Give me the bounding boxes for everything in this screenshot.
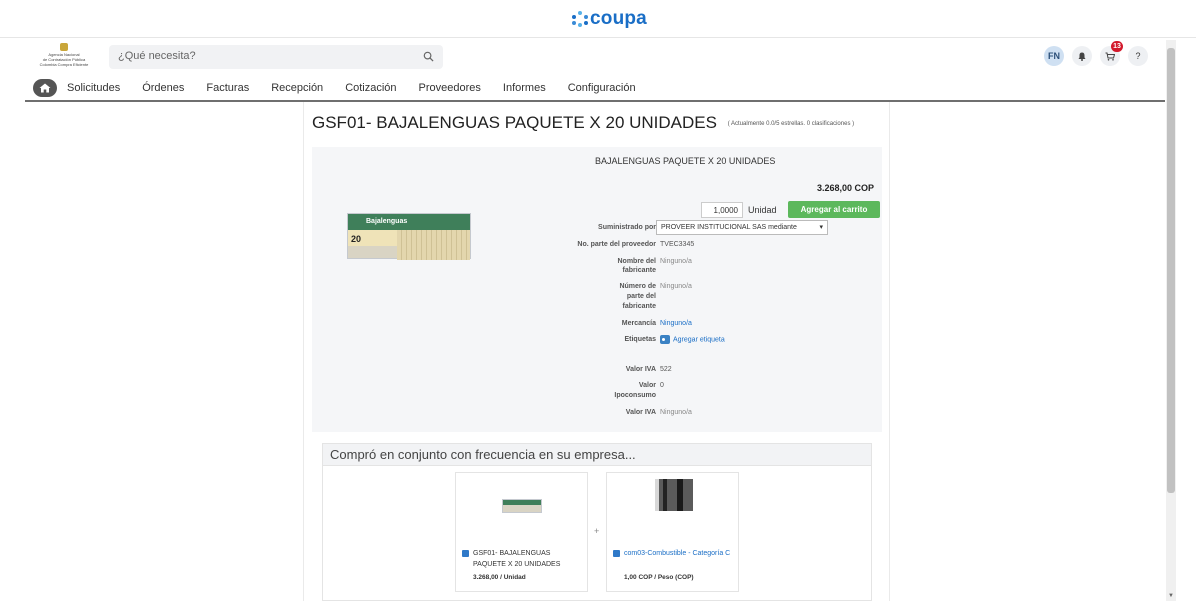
- manufacturer-part-label: Número de: [619, 283, 656, 290]
- manufacturer-name-value: Ninguno/a: [660, 258, 692, 265]
- add-tag-link[interactable]: Agregar etiqueta: [660, 335, 725, 345]
- coupa-logo[interactable]: coupa: [572, 8, 647, 30]
- notifications-button[interactable]: [1072, 46, 1092, 66]
- fbt-image-band: [503, 500, 541, 505]
- nav-item-solicitudes[interactable]: Solicitudes: [67, 82, 120, 94]
- product-image[interactable]: Bajalenguas 20: [347, 213, 471, 260]
- iva-value: 522: [660, 366, 672, 373]
- product-image-label: Bajalenguas: [366, 218, 408, 225]
- manufacturer-part-label: parte del: [626, 293, 656, 300]
- supplier-part-label: No. parte del proveedor: [577, 241, 656, 248]
- product-image-sticks: [396, 230, 470, 260]
- header-actions: FN 13 ?: [1044, 41, 1148, 66]
- fbt-item-price: 3.268,00 / Unidad: [473, 574, 526, 581]
- brand-bar: coupa: [0, 0, 1196, 38]
- supplier-select[interactable]: PROVEER INSTITUCIONAL SAS mediante ▾: [656, 220, 828, 235]
- scroll-down-arrow-icon[interactable]: ▼: [1168, 593, 1174, 599]
- manufacturer-part-label: fabricante: [622, 303, 656, 310]
- app-header: Agencia Nacional de Contratación Pública…: [25, 40, 1165, 76]
- fbt-product-image[interactable]: [502, 499, 542, 513]
- coupa-logo-mark-icon: [572, 11, 588, 27]
- nav-item-proveedores[interactable]: Proveedores: [419, 82, 481, 94]
- fbt-image-detail: [677, 479, 683, 511]
- search-input[interactable]: ¿Qué necesita?: [109, 45, 443, 69]
- frequently-bought-together: Compró en conjunto con frecuencia en su …: [322, 443, 872, 601]
- manufacturer-name-label: fabricante: [622, 267, 656, 274]
- cart-count-badge: 13: [1111, 41, 1123, 52]
- organization-logo[interactable]: Agencia Nacional de Contratación Pública…: [34, 43, 94, 69]
- nav-item-informes[interactable]: Informes: [503, 82, 546, 94]
- checkbox-checked-icon[interactable]: [462, 550, 469, 557]
- tag-icon: [660, 335, 670, 344]
- main-nav: Solicitudes Órdenes Facturas Recepción C…: [25, 76, 1165, 100]
- help-button[interactable]: ?: [1128, 46, 1148, 66]
- fbt-image-detail: [663, 479, 667, 511]
- coupa-logo-text: coupa: [590, 8, 647, 29]
- fbt-card[interactable]: com03-Combustible - Categoría C 1,00 COP…: [606, 472, 739, 592]
- ipoconsumo-label: Ipoconsumo: [614, 392, 656, 399]
- commodity-link[interactable]: Ninguno/a: [660, 319, 692, 329]
- fbt-heading: Compró en conjunto con frecuencia en su …: [323, 444, 871, 466]
- org-logo-line: Colombia Compra Eficiente: [39, 62, 89, 67]
- tags-label: Etiquetas: [624, 336, 656, 343]
- checkbox-checked-icon[interactable]: [613, 550, 620, 557]
- supplier-part-value: TVEC3345: [660, 241, 695, 248]
- product-subtitle: BAJALENGUAS PAQUETE X 20 UNIDADES: [595, 156, 776, 166]
- product-panel: BAJALENGUAS PAQUETE X 20 UNIDADES 3.268,…: [312, 147, 882, 432]
- nav-item-configuracion[interactable]: Configuración: [568, 82, 636, 94]
- nav-item-facturas[interactable]: Facturas: [206, 82, 249, 94]
- product-title: GSF01- BAJALENGUAS PAQUETE X 20 UNIDADES: [312, 113, 717, 132]
- ipoconsumo-value: 0: [660, 382, 664, 389]
- manufacturer-part-value: Ninguno/a: [660, 283, 692, 290]
- add-tag-label: Agregar etiqueta: [673, 336, 725, 344]
- page-scrollbar[interactable]: ▼: [1166, 40, 1176, 601]
- bell-icon: [1078, 52, 1086, 61]
- search-placeholder: ¿Qué necesita?: [118, 50, 196, 62]
- supplier-selected-value: PROVEER INSTITUCIONAL SAS mediante: [661, 224, 797, 231]
- product-image-count: 20: [351, 234, 362, 244]
- user-initials: FN: [1048, 51, 1060, 61]
- home-icon[interactable]: [33, 79, 57, 97]
- help-icon: ?: [1135, 51, 1141, 61]
- commodity-label: Mercancía: [621, 320, 656, 327]
- fbt-image-detail: [655, 479, 659, 511]
- search-icon[interactable]: [423, 51, 434, 62]
- fbt-item-name-link[interactable]: com03-Combustible - Categoría C: [624, 548, 734, 559]
- nav-item-ordenes[interactable]: Órdenes: [142, 82, 184, 94]
- fbt-card[interactable]: GSF01- BAJALENGUAS PAQUETE X 20 UNIDADES…: [455, 472, 588, 592]
- add-to-cart-button[interactable]: Agregar al carrito: [788, 201, 880, 218]
- user-avatar[interactable]: FN: [1044, 46, 1064, 66]
- fbt-product-image[interactable]: [655, 479, 693, 511]
- scrollbar-thumb[interactable]: [1167, 48, 1175, 493]
- page-title: GSF01- BAJALENGUAS PAQUETE X 20 UNIDADES…: [312, 113, 854, 133]
- unit-label: Unidad: [748, 205, 777, 215]
- iva-secondary-label: Valor IVA: [625, 409, 656, 416]
- plus-icon: +: [594, 526, 600, 536]
- iva-secondary-value: Ninguno/a: [660, 409, 692, 416]
- product-price: 3.268,00 COP: [816, 183, 874, 193]
- nav-item-cotizacion[interactable]: Cotización: [345, 82, 396, 94]
- nav-item-recepcion[interactable]: Recepción: [271, 82, 323, 94]
- chevron-down-icon: ▾: [819, 224, 823, 231]
- cart-icon: [1105, 52, 1115, 61]
- rating-summary[interactable]: ( Actualmente 0.0/5 estrellas. 0 clasifi…: [728, 121, 854, 127]
- cart-button[interactable]: 13: [1100, 41, 1123, 66]
- product-detail-page: GSF01- BAJALENGUAS PAQUETE X 20 UNIDADES…: [303, 102, 890, 601]
- ipoconsumo-label: Valor: [638, 382, 656, 389]
- iva-label: Valor IVA: [625, 366, 656, 373]
- fbt-item-name: GSF01- BAJALENGUAS PAQUETE X 20 UNIDADES: [473, 550, 561, 568]
- house-icon: [39, 83, 51, 93]
- supplied-by-label: Suministrado por: [598, 224, 656, 231]
- quantity-input[interactable]: [701, 202, 743, 218]
- fbt-item-price: 1,00 COP / Peso (COP): [624, 574, 694, 581]
- organization-crest-icon: [60, 43, 68, 51]
